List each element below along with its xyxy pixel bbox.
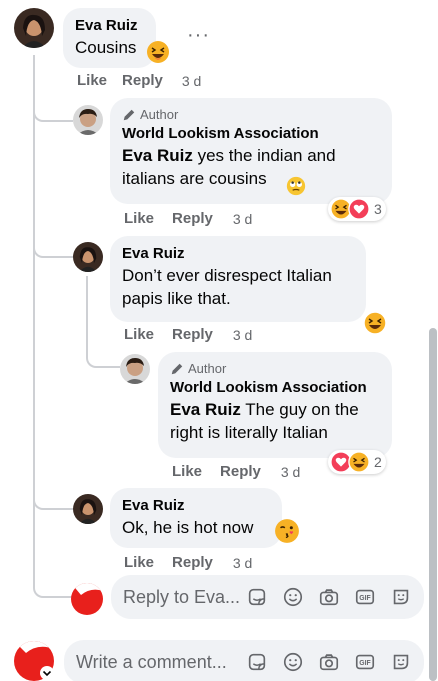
avatar-sticker-icon[interactable] [390,586,412,608]
author-badge: Author [188,361,227,376]
rolling-eyes-emoji-icon [286,176,306,196]
reply-input[interactable]: Reply to Eva... GIF [111,575,424,619]
kissing-heart-emoji-icon [275,519,299,543]
comment-bubble: Author World Lookism Association Eva Rui… [158,352,392,458]
reply-button[interactable]: Reply [172,326,213,343]
avatar[interactable] [73,242,103,272]
comment-text: Cousins [75,38,137,57]
gif-icon[interactable]: GIF [354,651,376,673]
commenter-name[interactable]: Eva Ruiz [75,16,144,36]
sticker-icon[interactable] [246,586,268,608]
reaction-count: 3 [374,201,382,217]
pencil-icon [123,109,135,121]
thread-line-nested [86,276,88,356]
reply-placeholder: Reply to Eva... [123,586,241,607]
camera-icon[interactable] [318,651,340,673]
camera-icon[interactable] [318,586,340,608]
reply-button[interactable]: Reply [122,72,163,89]
thread-elbow [33,100,73,122]
reaction-count: 2 [374,454,382,470]
thread-elbow [86,346,120,368]
current-user-avatar [71,583,103,615]
thread-elbow [33,486,73,510]
comment-actions: Like Reply 3 d [124,210,252,227]
reply-button[interactable]: Reply [172,554,213,571]
emoji-icon[interactable] [282,586,304,608]
author-badge: Author [140,107,179,122]
reaction-summary[interactable]: 2 [328,450,386,474]
comment-actions: Like Reply 3 d [172,463,300,480]
reply-button[interactable]: Reply [172,210,213,227]
like-button[interactable]: Like [124,326,154,343]
thread-elbow [33,236,73,258]
thread-elbow [33,576,73,598]
comment-bubble: Eva Ruiz Ok, he is hot now [110,488,282,548]
comment-actions: Like Reply 3 d [124,326,252,343]
timestamp[interactable]: 3 d [233,555,252,571]
emoji-icon[interactable] [282,651,304,673]
comment-bubble: Author World Lookism Association Eva Rui… [110,98,392,204]
timestamp[interactable]: 3 d [182,73,201,89]
timestamp[interactable]: 3 d [281,464,300,480]
commenter-name[interactable]: World Lookism Association [122,124,380,144]
laughing-emoji-icon [147,41,169,63]
commenter-name[interactable]: World Lookism Association [170,378,380,398]
reaction-summary[interactable]: 3 [328,197,386,221]
comment-text: Ok, he is hot now [122,518,254,537]
sticker-icon[interactable] [246,651,268,673]
love-reaction-icon [348,198,370,220]
comment-actions: Like Reply 3 d [124,554,252,571]
pencil-icon [171,363,183,375]
timestamp[interactable]: 3 d [233,327,252,343]
more-options-button[interactable]: ··· [187,24,210,47]
avatar[interactable] [73,494,103,524]
comment-bubble: Eva Ruiz Don’t ever disrespect Italian p… [110,236,366,322]
haha-reaction-icon [348,451,370,473]
avatar-sticker-icon[interactable] [390,651,412,673]
timestamp[interactable]: 3 d [233,211,252,227]
avatar[interactable] [120,354,150,384]
commenter-name[interactable]: Eva Ruiz [122,496,270,516]
mention-link[interactable]: Eva Ruiz [122,146,193,165]
like-button[interactable]: Like [124,210,154,227]
chevron-down-icon[interactable] [40,666,54,680]
comment-input[interactable]: Write a comment... GIF [64,640,424,681]
avatar[interactable] [73,105,103,135]
like-button[interactable]: Like [172,463,202,480]
reply-button[interactable]: Reply [220,463,261,480]
like-button[interactable]: Like [77,72,107,89]
comment-bubble: Eva Ruiz Cousins [63,8,156,68]
svg-text:GIF: GIF [359,595,370,602]
commenter-name[interactable]: Eva Ruiz [122,244,354,264]
comment-placeholder: Write a comment... [76,651,227,672]
gif-icon[interactable]: GIF [354,586,376,608]
mention-link[interactable]: Eva Ruiz [170,400,241,419]
avatar[interactable] [14,8,54,48]
like-button[interactable]: Like [124,554,154,571]
scrollbar-track[interactable] [428,0,438,681]
comment-actions: Like Reply 3 d [77,72,201,89]
comment-text: Don’t ever disrespect Italian papis like… [122,266,332,308]
haha-reaction-icon[interactable] [363,311,387,335]
svg-text:GIF: GIF [359,660,370,667]
scrollbar-thumb[interactable] [429,328,437,681]
